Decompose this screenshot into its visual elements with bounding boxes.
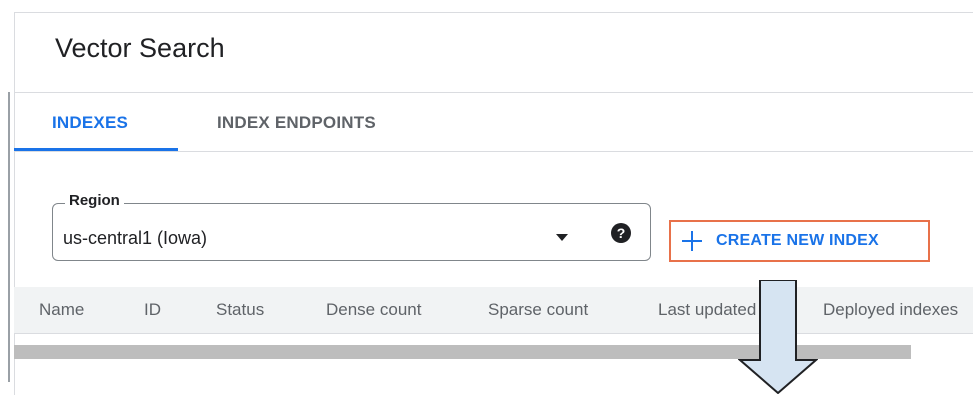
tab-indexes[interactable]: INDEXES: [52, 113, 128, 133]
column-header-dense-count[interactable]: Dense count: [326, 300, 421, 320]
title-divider: [14, 92, 973, 93]
column-header-name[interactable]: Name: [39, 300, 84, 320]
help-icon[interactable]: ?: [611, 223, 631, 243]
tab-index-endpoints[interactable]: INDEX ENDPOINTS: [217, 113, 376, 133]
panel-left-border: [8, 92, 10, 382]
region-value: us-central1 (Iowa): [63, 228, 208, 248]
create-new-index-button[interactable]: CREATE NEW INDEX: [669, 220, 930, 262]
column-header-status[interactable]: Status: [216, 300, 264, 320]
region-select[interactable]: Region us-central1 (Iowa) ?: [52, 192, 651, 261]
dropdown-caret-icon: [556, 234, 568, 241]
page-title: Vector Search: [55, 33, 225, 63]
table-header: Name ID Status Dense count Sparse count …: [14, 287, 973, 334]
column-header-sparse-count[interactable]: Sparse count: [488, 300, 588, 320]
create-new-index-label: CREATE NEW INDEX: [716, 232, 879, 249]
region-label: Region: [65, 192, 124, 209]
down-arrow-icon: [738, 280, 818, 394]
column-header-id[interactable]: ID: [144, 300, 161, 320]
column-header-deployed-indexes[interactable]: Deployed indexes: [823, 300, 958, 320]
tabs-divider: [14, 151, 973, 152]
plus-icon: [681, 230, 703, 252]
